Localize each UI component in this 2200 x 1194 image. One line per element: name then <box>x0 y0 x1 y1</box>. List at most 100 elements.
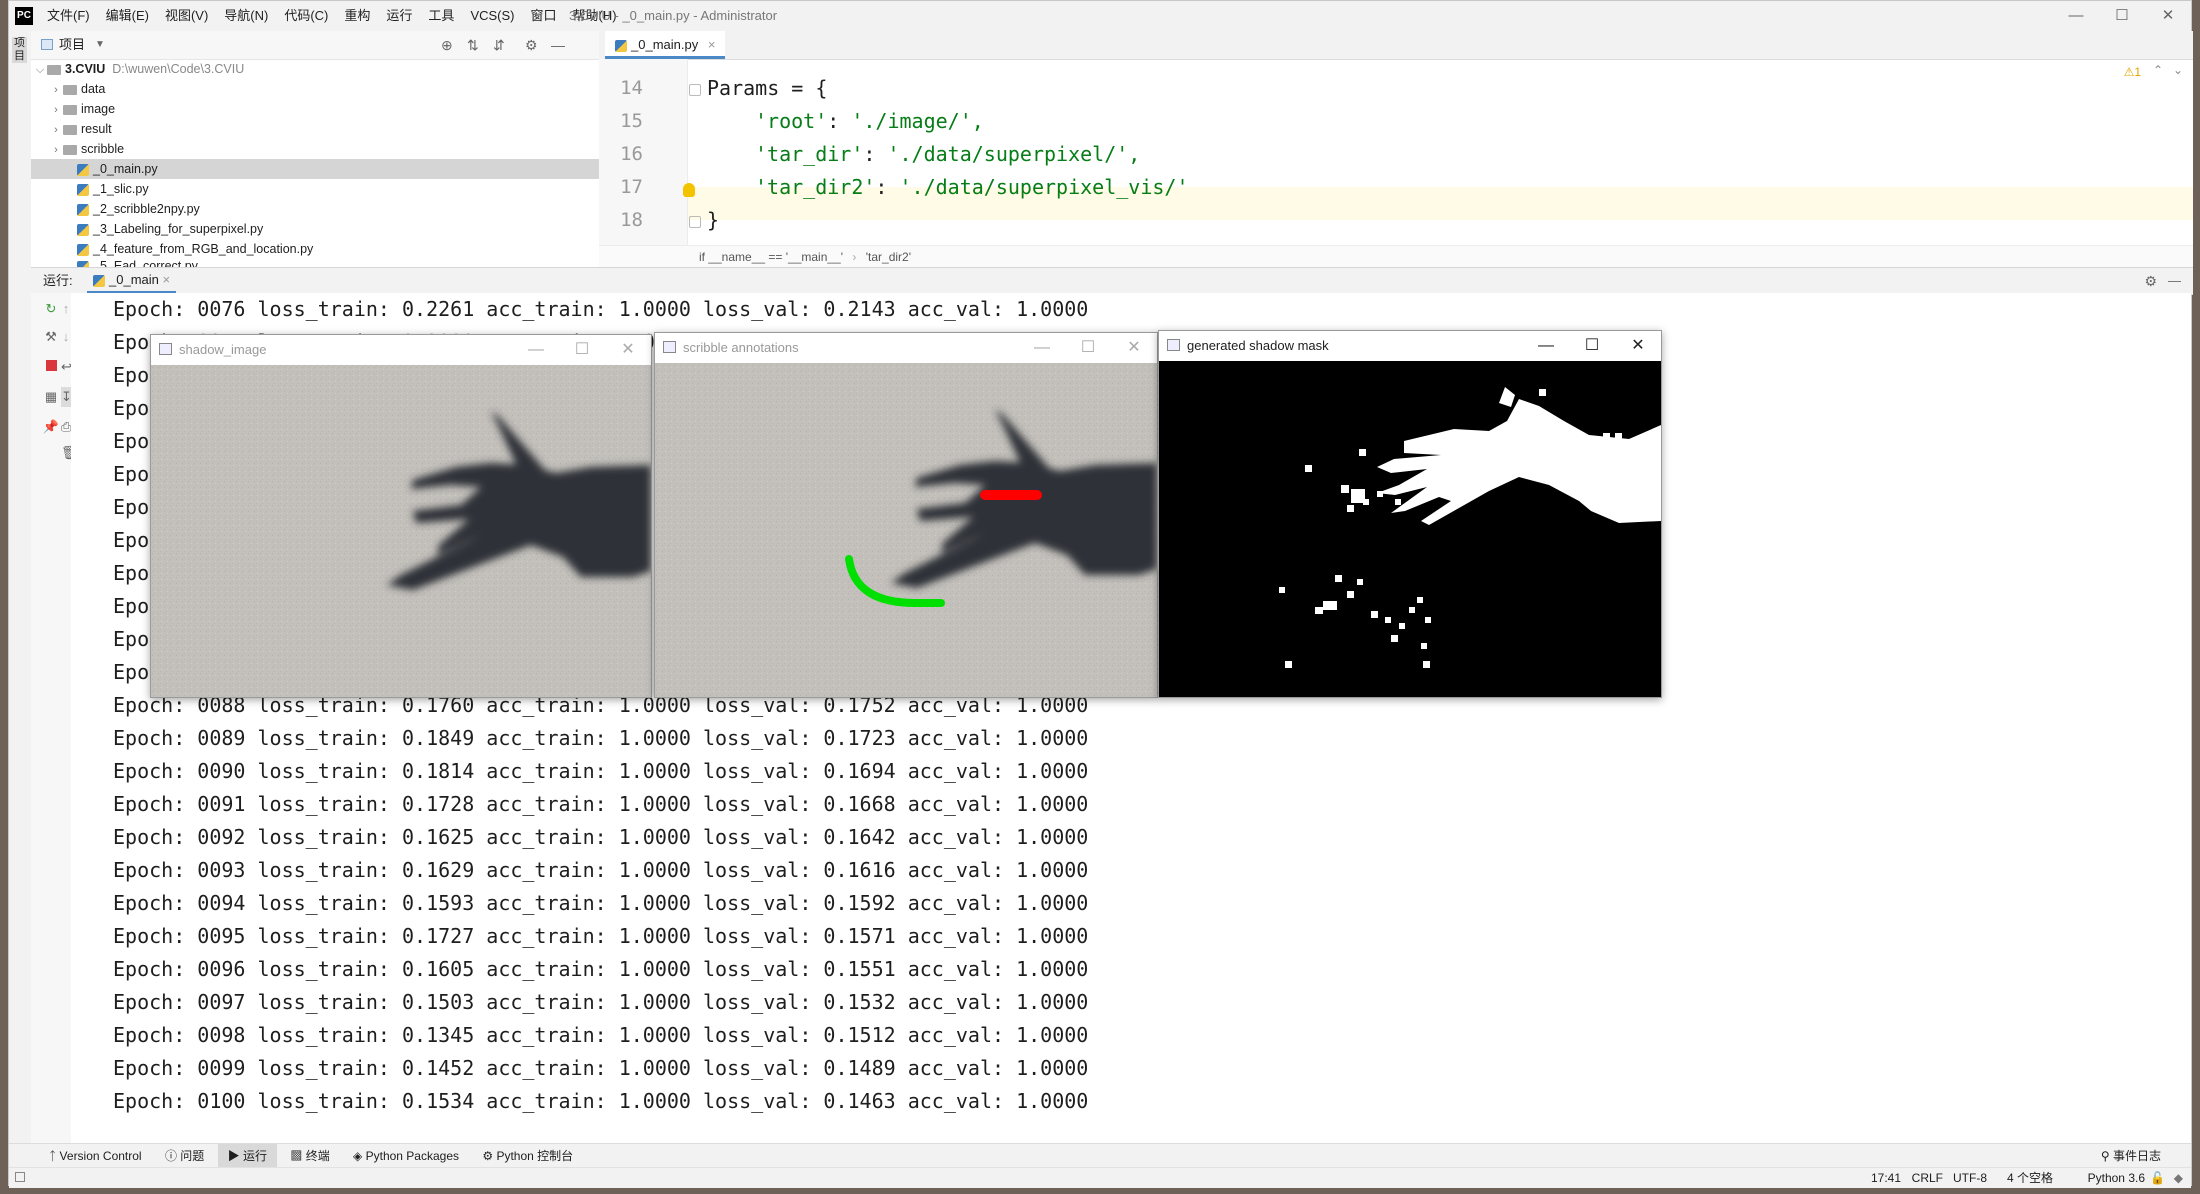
tree-folder-data[interactable]: › data <box>31 79 617 99</box>
close-button[interactable]: ✕ <box>605 335 651 365</box>
window-titlebar[interactable]: shadow_image — ☐ ✕ <box>151 335 651 365</box>
layout-icon[interactable]: ▦ <box>41 387 61 407</box>
breadcrumb-item[interactable]: 'tar_dir2' <box>866 250 911 264</box>
fold-marker-icon[interactable] <box>689 216 701 228</box>
code-line-17[interactable]: 'tar_dir2': './data/superpixel_vis/' <box>707 171 1189 204</box>
arrow-down-icon[interactable]: ↓ <box>61 327 71 347</box>
close-tab-icon[interactable]: × <box>708 37 716 52</box>
terminal-button[interactable]: ▩ 终端 <box>280 1144 339 1168</box>
rerun-icon[interactable]: ↻ <box>41 299 61 319</box>
python-interpreter[interactable]: Python 3.6 <box>2088 1168 2145 1188</box>
lock-icon[interactable]: 🔓 <box>2150 1168 2165 1188</box>
gear-icon[interactable]: ⚙ <box>525 31 538 59</box>
problems-button[interactable]: ⓘ 问题 <box>155 1144 214 1168</box>
layout-toggle-icon[interactable] <box>15 1172 25 1182</box>
chevron-right-icon[interactable]: › <box>49 100 63 120</box>
code-line-14[interactable]: Params = { <box>707 72 827 105</box>
collapse-all-icon[interactable]: ⇵ <box>493 31 505 59</box>
menu-edit[interactable]: 编辑(E) <box>98 1 157 31</box>
event-log-button[interactable]: ⚲ 事件日志 <box>2101 1144 2161 1168</box>
python-console-button[interactable]: ⚙ Python 控制台 <box>472 1144 583 1168</box>
menu-code[interactable]: 代码(C) <box>276 1 336 31</box>
maximize-button[interactable]: ☐ <box>1065 333 1111 363</box>
arrow-up-icon[interactable]: ↑ <box>61 299 71 319</box>
minimize-button[interactable]: — <box>513 335 559 365</box>
menu-run[interactable]: 运行 <box>378 1 420 31</box>
title-bar: PC 文件(F) 编辑(E) 视图(V) 导航(N) 代码(C) 重构 运行 工具 VCS(S)… <box>9 1 2191 32</box>
code-line-16[interactable]: 'tar_dir': './data/superpixel/', <box>707 138 1140 171</box>
soft-wrap-icon[interactable]: ↩ <box>61 357 72 377</box>
close-button[interactable]: ✕ <box>2145 1 2191 31</box>
lightbulb-icon[interactable] <box>683 183 695 197</box>
maximize-button[interactable]: ☐ <box>559 335 605 365</box>
tree-file-labeling[interactable]: _3_Labeling_for_superpixel.py <box>31 219 645 239</box>
tree-file-slic[interactable]: _1_slic.py <box>31 179 645 199</box>
menu-file[interactable]: 文件(F) <box>39 1 98 31</box>
tree-file-main[interactable]: _0_main.py <box>31 159 645 179</box>
code-line-18[interactable]: } <box>707 204 719 237</box>
tab-main-py[interactable]: _0_main.py × <box>605 31 726 59</box>
tree-folder-result[interactable]: › result <box>31 119 617 139</box>
menu-navigate[interactable]: 导航(N) <box>216 1 276 31</box>
generated-shadow-mask-window[interactable]: generated shadow mask — ☐ ✕ <box>1158 330 1662 698</box>
hide-panel-icon[interactable]: — <box>551 31 565 59</box>
menu-view[interactable]: 视图(V) <box>157 1 216 31</box>
menu-tools[interactable]: 工具 <box>420 1 462 31</box>
pin-icon[interactable]: 📌 <box>41 417 61 437</box>
gear-icon[interactable]: ⚙ <box>2144 268 2157 294</box>
close-tab-icon[interactable]: × <box>163 272 171 287</box>
chevron-right-icon[interactable]: › <box>49 120 63 140</box>
chevron-right-icon[interactable]: › <box>49 140 63 160</box>
maximize-button[interactable]: ☐ <box>2099 1 2145 31</box>
hide-panel-icon[interactable]: — <box>2168 268 2181 294</box>
trash-icon[interactable]: 🗑 <box>61 443 78 463</box>
chevron-right-icon[interactable]: › <box>49 80 63 100</box>
tree-file-partial[interactable]: _5_Ead_correct.py <box>31 259 645 267</box>
fold-marker-icon[interactable] <box>689 84 701 96</box>
caret-position[interactable]: 17:41 <box>1871 1168 1901 1188</box>
window-titlebar[interactable]: scribble annotations — ☐ ✕ <box>655 333 1157 363</box>
shadow-image-window[interactable]: shadow_image — ☐ ✕ <box>150 334 652 698</box>
stop-icon[interactable] <box>41 357 61 377</box>
chevron-down-icon[interactable]: ⌵ <box>33 60 47 80</box>
maximize-button[interactable]: ☐ <box>1569 331 1615 361</box>
locate-icon[interactable]: ⊕ <box>441 31 453 59</box>
menu-window[interactable]: 窗口 <box>523 1 565 31</box>
breadcrumb-item[interactable]: if __name__ == '__main__' <box>699 250 843 264</box>
version-control-button[interactable]: ᛏ Version Control <box>39 1144 152 1168</box>
tree-file-scribble2npy[interactable]: _2_scribble2npy.py <box>31 199 645 219</box>
project-tool-button[interactable]: 项目 <box>12 37 27 63</box>
menu-vcs[interactable]: VCS(S) <box>462 1 522 31</box>
tree-folder-scribble[interactable]: › scribble <box>31 139 617 159</box>
status-bar: 17:41 CRLF UTF-8 4 个空格 Python 3.6 🔓 ◆ <box>9 1167 2191 1188</box>
minimize-button[interactable]: — <box>2053 1 2099 31</box>
print-icon[interactable]: ⎙ <box>61 417 71 437</box>
tree-folder-image[interactable]: › image <box>31 99 617 119</box>
run-tool-button[interactable]: ▶ 运行 <box>217 1144 277 1168</box>
python-file-icon <box>77 223 89 236</box>
python-packages-button[interactable]: ◈ Python Packages <box>343 1144 469 1168</box>
tree-file-feature[interactable]: _4_feature_from_RGB_and_location.py <box>31 239 645 259</box>
tree-root[interactable]: ⌵ 3.CVIU D:\wuwen\Code\3.CVIU <box>31 59 599 79</box>
scroll-to-end-icon[interactable]: ↧ <box>61 387 72 407</box>
menu-refactor[interactable]: 重构 <box>336 1 378 31</box>
minimize-button[interactable]: — <box>1523 331 1569 361</box>
wrench-icon[interactable]: ⚒ <box>41 327 61 347</box>
line-separator[interactable]: CRLF <box>1912 1168 1943 1188</box>
code-line-15[interactable]: 'root': './image/', <box>707 105 984 138</box>
expand-all-icon[interactable]: ⇅ <box>467 31 479 59</box>
chevron-down-icon[interactable]: ⌄ <box>2173 63 2183 77</box>
notifications-icon[interactable]: ◆ <box>2174 1168 2183 1188</box>
file-encoding[interactable]: UTF-8 <box>1953 1168 1987 1188</box>
minimize-button[interactable]: — <box>1019 333 1065 363</box>
project-view-selector[interactable]: 项目 <box>59 31 85 59</box>
warning-counter[interactable]: ⚠1 <box>2124 65 2141 79</box>
chevron-up-icon[interactable]: ⌃ <box>2153 63 2163 77</box>
window-titlebar[interactable]: generated shadow mask — ☐ ✕ <box>1159 331 1661 361</box>
close-button[interactable]: ✕ <box>1111 333 1157 363</box>
run-tab[interactable]: _0_main × <box>87 268 177 294</box>
close-button[interactable]: ✕ <box>1615 331 1661 361</box>
chevron-down-icon[interactable]: ▼ <box>95 31 105 59</box>
scribble-annotations-window[interactable]: scribble annotations — ☐ ✕ <box>654 332 1158 698</box>
indent-setting[interactable]: 4 个空格 <box>2007 1168 2053 1188</box>
